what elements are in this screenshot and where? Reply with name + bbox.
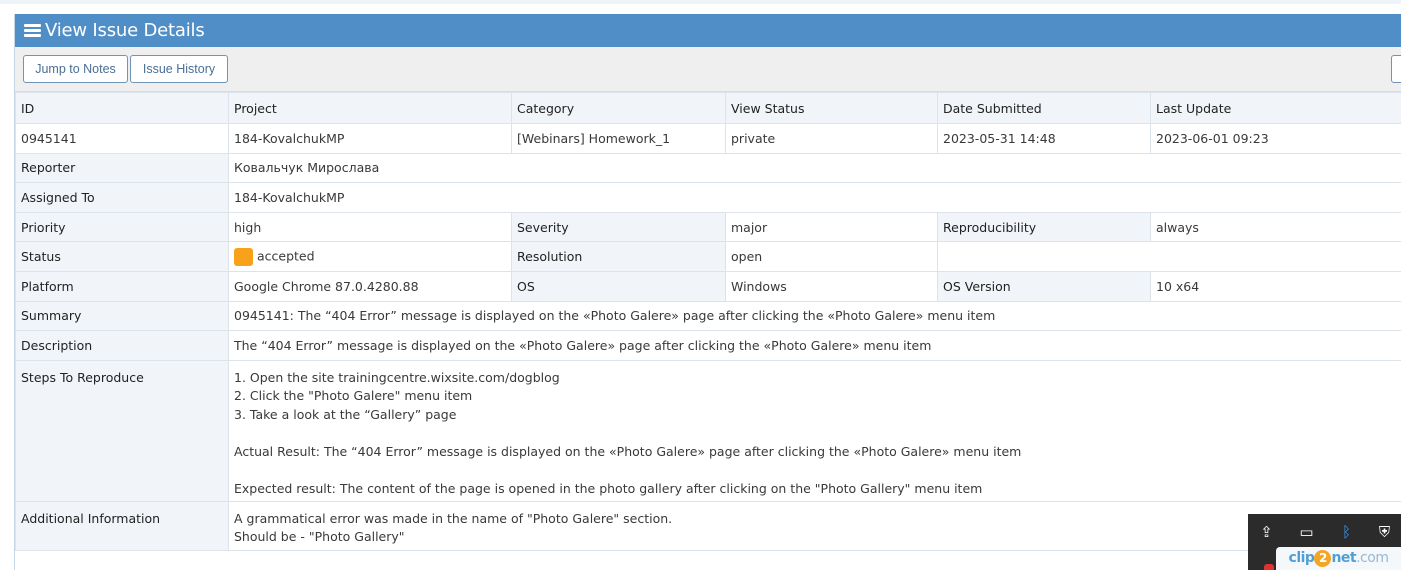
- status-color-swatch: [234, 247, 253, 266]
- status-row: Status accepted Resolution open: [15, 241, 1401, 272]
- toolbar: Jump to Notes Issue History: [15, 47, 1401, 92]
- steps-line: 1. Open the site trainingcentre.wixsite.…: [234, 369, 560, 385]
- issue-date-submitted: 2023-05-31 14:48: [937, 123, 1151, 154]
- os-version-value: 10 x64: [1150, 270, 1401, 302]
- steps-row: Steps To Reproduce 1. Open the site trai…: [15, 359, 1401, 502]
- resolution-value: open: [725, 241, 938, 272]
- issue-table: ID Project Category View Status Date Sub…: [15, 92, 1401, 551]
- status-label: Status: [15, 241, 229, 272]
- clip2net-logo[interactable]: clip 2 net.com: [1276, 547, 1401, 570]
- assigned-to-value: 184-KovalchukMP: [228, 182, 1401, 213]
- platform-label: Platform: [15, 270, 229, 302]
- shield-icon[interactable]: ⛨: [1376, 524, 1393, 541]
- status-text: accepted: [257, 248, 315, 264]
- description-row: Description The “404 Error” message is d…: [15, 330, 1401, 361]
- logo-two: 2: [1314, 550, 1332, 567]
- col-header-view-status: View Status: [725, 92, 938, 124]
- steps-line: Actual Result: The “404 Error” message i…: [234, 443, 1022, 459]
- top-strip: [0, 0, 1401, 4]
- toolbar-button-partial[interactable]: [1391, 55, 1401, 83]
- page-title: View Issue Details: [45, 20, 205, 41]
- steps-line: 2. Click the "Photo Galere" menu item: [234, 388, 473, 404]
- issue-id: 0945141: [15, 123, 229, 154]
- status-value: accepted: [228, 241, 512, 272]
- system-tray: ⇪ ▭ ᛒ ⛨ clip 2 net.com: [1248, 514, 1401, 570]
- upload-icon[interactable]: ⇪: [1258, 524, 1275, 541]
- issue-history-button[interactable]: Issue History: [130, 55, 228, 83]
- steps-label: Steps To Reproduce: [15, 359, 229, 502]
- summary-value: 0945141: The “404 Error” message is disp…: [228, 300, 1401, 332]
- issue-project: 184-KovalchukMP: [228, 123, 512, 154]
- col-header-id: ID: [15, 92, 229, 124]
- logo-com: .com: [1356, 550, 1389, 566]
- steps-line: 3. Take a look at the “Gallery” page: [234, 406, 457, 422]
- reproducibility-label: Reproducibility: [937, 211, 1151, 243]
- tray-red-icon: [1264, 564, 1274, 570]
- bluetooth-icon[interactable]: ᛒ: [1338, 524, 1355, 541]
- platform-value: Google Chrome 87.0.4280.88: [228, 270, 512, 302]
- additional-value: A grammatical error was made in the name…: [228, 500, 1401, 551]
- description-value: The “404 Error” message is displayed on …: [228, 330, 1401, 361]
- platform-row: Platform Google Chrome 87.0.4280.88 OS W…: [15, 270, 1401, 302]
- additional-line: A grammatical error was made in the name…: [234, 510, 673, 526]
- col-header-category: Category: [511, 92, 726, 124]
- col-header-date-submitted: Date Submitted: [937, 92, 1151, 124]
- issue-category: [Webinars] Homework_1: [511, 123, 726, 154]
- description-label: Description: [15, 330, 229, 361]
- reporter-row: Reporter Ковальчук Мирослава: [15, 152, 1401, 184]
- assigned-to-label: Assigned To: [15, 182, 229, 213]
- reporter-label: Reporter: [15, 152, 229, 184]
- priority-row: Priority high Severity major Reproducibi…: [15, 211, 1401, 243]
- hamburger-icon[interactable]: [24, 24, 41, 37]
- status-row-empty: [937, 241, 1401, 272]
- resolution-label: Resolution: [511, 241, 726, 272]
- logo-clip: clip: [1288, 550, 1315, 566]
- jump-to-notes-button[interactable]: Jump to Notes: [23, 55, 128, 83]
- display-icon[interactable]: ▭: [1298, 524, 1315, 541]
- steps-line: Expected result: The content of the page…: [234, 480, 983, 496]
- additional-label: Additional Information: [15, 500, 229, 551]
- os-version-label: OS Version: [937, 270, 1151, 302]
- widget-header: View Issue Details: [15, 14, 1401, 47]
- summary-row: Summary 0945141: The “404 Error” message…: [15, 300, 1401, 332]
- logo-net: net: [1331, 550, 1357, 566]
- header-row: ID Project Category View Status Date Sub…: [15, 92, 1401, 124]
- issue-last-update: 2023-06-01 09:23: [1150, 123, 1401, 154]
- summary-label: Summary: [15, 300, 229, 332]
- steps-line-blank: [234, 461, 1396, 480]
- priority-label: Priority: [15, 211, 229, 243]
- issue-details-widget: View Issue Details Jump to Notes Issue H…: [15, 14, 1401, 570]
- steps-line-blank: [234, 424, 1396, 443]
- steps-value: 1. Open the site trainingcentre.wixsite.…: [228, 359, 1401, 502]
- additional-row: Additional Information A grammatical err…: [15, 500, 1401, 551]
- severity-label: Severity: [511, 211, 726, 243]
- col-header-last-update: Last Update: [1150, 92, 1401, 124]
- severity-value: major: [725, 211, 938, 243]
- assigned-row: Assigned To 184-KovalchukMP: [15, 182, 1401, 213]
- col-header-project: Project: [228, 92, 512, 124]
- priority-value: high: [228, 211, 512, 243]
- reproducibility-value: always: [1150, 211, 1401, 243]
- issue-view-status: private: [725, 123, 938, 154]
- issue-info-row: 0945141 184-KovalchukMP [Webinars] Homew…: [15, 123, 1401, 154]
- os-label: OS: [511, 270, 726, 302]
- reporter-value: Ковальчук Мирослава: [228, 152, 1401, 184]
- os-value: Windows: [725, 270, 938, 302]
- additional-line: Should be - "Photo Gallery": [234, 529, 405, 545]
